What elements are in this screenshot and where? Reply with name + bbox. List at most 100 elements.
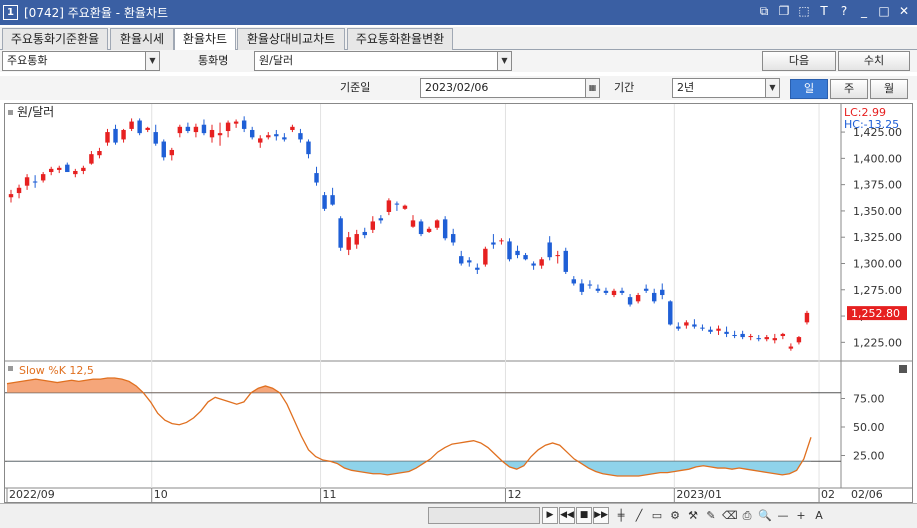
candle-body bbox=[24, 177, 30, 186]
minimize-icon[interactable]: _ bbox=[857, 4, 871, 19]
crosshair-icon[interactable]: ╪ bbox=[614, 507, 628, 524]
candle-body bbox=[386, 200, 392, 212]
tab-exchange-quotes[interactable]: 환율시세 bbox=[110, 28, 174, 50]
period-label: 기간 bbox=[614, 81, 635, 94]
candle-body bbox=[121, 129, 126, 140]
values-button[interactable]: 수치 bbox=[838, 51, 910, 71]
pen-icon[interactable]: ✎ bbox=[704, 507, 718, 524]
candle-body bbox=[89, 154, 94, 164]
date-tick-label: 2023/01 bbox=[676, 488, 722, 501]
zoom-icon[interactable]: 🔍 bbox=[758, 507, 772, 524]
stochastic-panel bbox=[5, 361, 841, 488]
monthly-button[interactable]: 월 bbox=[870, 79, 908, 99]
candle-body bbox=[539, 259, 544, 266]
date-tick-label: 02 bbox=[821, 488, 835, 501]
candle-body bbox=[201, 124, 207, 134]
tab-exchange-chart[interactable]: 환율차트 bbox=[174, 28, 236, 51]
candle-body bbox=[48, 168, 54, 173]
draw-line-icon[interactable]: ╱ bbox=[632, 507, 646, 524]
candle-body bbox=[660, 289, 665, 296]
base-date-field[interactable]: 2023/02/06 ▦ bbox=[420, 78, 600, 98]
eraser-icon[interactable]: ⌫ bbox=[722, 507, 738, 524]
date-period-row: 기준일 2023/02/06 ▦ 기간 2년 ▼ 일 주 월 bbox=[0, 76, 917, 100]
hc-label: HC:-13.25 bbox=[844, 118, 899, 131]
play-icon[interactable]: ▶ bbox=[542, 507, 558, 524]
candle-body bbox=[426, 228, 432, 232]
close-icon[interactable]: ✕ bbox=[897, 4, 911, 19]
candle-body bbox=[692, 324, 697, 327]
tab-major-currency-base-rate[interactable]: 주요통화기준환율 bbox=[2, 28, 108, 50]
candle-body bbox=[716, 328, 721, 331]
candle-body bbox=[249, 129, 255, 138]
next-button[interactable]: 다음 bbox=[762, 51, 836, 71]
candle-body bbox=[193, 126, 199, 133]
period-value: 2년 bbox=[677, 81, 695, 94]
zoom-out-icon[interactable]: — bbox=[776, 507, 790, 524]
help-icon[interactable]: ? bbox=[837, 4, 851, 19]
candle-body bbox=[402, 205, 408, 209]
tab-relative-comparison-chart[interactable]: 환율상대비교차트 bbox=[237, 28, 345, 50]
scroll-range[interactable] bbox=[428, 507, 540, 524]
font-size-icon[interactable]: A bbox=[812, 507, 826, 524]
currency-label: 통화명 bbox=[198, 54, 229, 67]
chart-tools: ╪ ╱ ▭ ⚙ ⚒ ✎ ⌫ ⎙ 🔍 — + A bbox=[614, 507, 826, 524]
candle-body bbox=[796, 337, 802, 343]
candle-body bbox=[579, 283, 585, 292]
stochastic-tick-label: 25.00 bbox=[853, 450, 885, 463]
selection-row: 주요통화 ▼ 통화명 원/달러 ▼ 다음 수치 bbox=[0, 50, 917, 72]
currency-select[interactable]: 원/달러 ▼ bbox=[254, 51, 512, 71]
candle-body bbox=[499, 240, 504, 242]
stop-icon[interactable]: ■ bbox=[576, 507, 592, 524]
candle-body bbox=[668, 301, 673, 325]
pin-icon[interactable]: ⬚ bbox=[797, 4, 811, 19]
chart-svg[interactable]: 1,425.001,400.001,375.001,350.001,325.00… bbox=[5, 104, 912, 502]
candle-body bbox=[8, 194, 14, 198]
save-icon[interactable]: ⎙ bbox=[740, 507, 754, 524]
candle-body bbox=[595, 288, 601, 291]
weekly-button[interactable]: 주 bbox=[830, 79, 868, 99]
daily-button[interactable]: 일 bbox=[790, 79, 828, 99]
tab-currency-converter[interactable]: 주요통화환율변환 bbox=[347, 28, 453, 50]
chart-area[interactable]: 1,425.00 1,400.00 1,375.00 1,350.00 1,325.00… bbox=[4, 103, 913, 503]
category-select[interactable]: 주요통화 ▼ bbox=[2, 51, 160, 71]
base-date-label: 기준일 bbox=[340, 81, 371, 94]
candle-body bbox=[507, 241, 512, 260]
candle-body bbox=[756, 338, 761, 340]
ruler-icon[interactable]: ▭ bbox=[650, 507, 664, 524]
chevron-down-icon[interactable]: ▼ bbox=[497, 52, 511, 70]
chevron-down-icon[interactable]: ▼ bbox=[765, 79, 779, 97]
link-icon[interactable]: ⧉ bbox=[757, 4, 771, 19]
maximize-icon[interactable]: □ bbox=[877, 4, 891, 19]
window-number-badge: 1 bbox=[3, 5, 18, 20]
candle-body bbox=[65, 164, 70, 173]
text-icon[interactable]: T bbox=[817, 4, 831, 19]
rewind-icon[interactable]: ◀◀ bbox=[559, 507, 575, 524]
settings-icon[interactable]: ⚙ bbox=[668, 507, 682, 524]
candle-body bbox=[185, 126, 191, 132]
chevron-down-icon[interactable]: ▼ bbox=[145, 52, 159, 70]
period-select[interactable]: 2년 ▼ bbox=[672, 78, 780, 98]
candle-body bbox=[177, 126, 183, 134]
candle-body bbox=[740, 333, 745, 338]
candle-body bbox=[571, 279, 577, 284]
price-tick-label: 1,300.00 bbox=[853, 257, 902, 270]
candle-body bbox=[475, 267, 480, 270]
candle-body bbox=[258, 138, 263, 143]
price-tick-label: 1,225.00 bbox=[853, 336, 902, 349]
candle-body bbox=[274, 134, 279, 137]
indicator-icon[interactable]: ⚒ bbox=[686, 507, 700, 524]
candle-body bbox=[434, 220, 440, 228]
date-tick-label: 11 bbox=[323, 488, 337, 501]
zoom-in-icon[interactable]: + bbox=[794, 507, 808, 524]
candle-body bbox=[153, 132, 158, 144]
base-date-value: 2023/02/06 bbox=[425, 81, 489, 94]
copy-icon[interactable]: ❐ bbox=[777, 4, 791, 19]
calendar-icon[interactable]: ▦ bbox=[585, 79, 599, 97]
candle-body bbox=[651, 292, 657, 302]
price-tick-label: 1,400.00 bbox=[853, 152, 902, 165]
candle-body bbox=[266, 135, 271, 138]
candle-body bbox=[378, 218, 384, 221]
candle-body bbox=[32, 181, 38, 183]
fast-forward-icon[interactable]: ▶▶ bbox=[593, 507, 609, 524]
stochastic-close-icon[interactable] bbox=[899, 365, 907, 373]
